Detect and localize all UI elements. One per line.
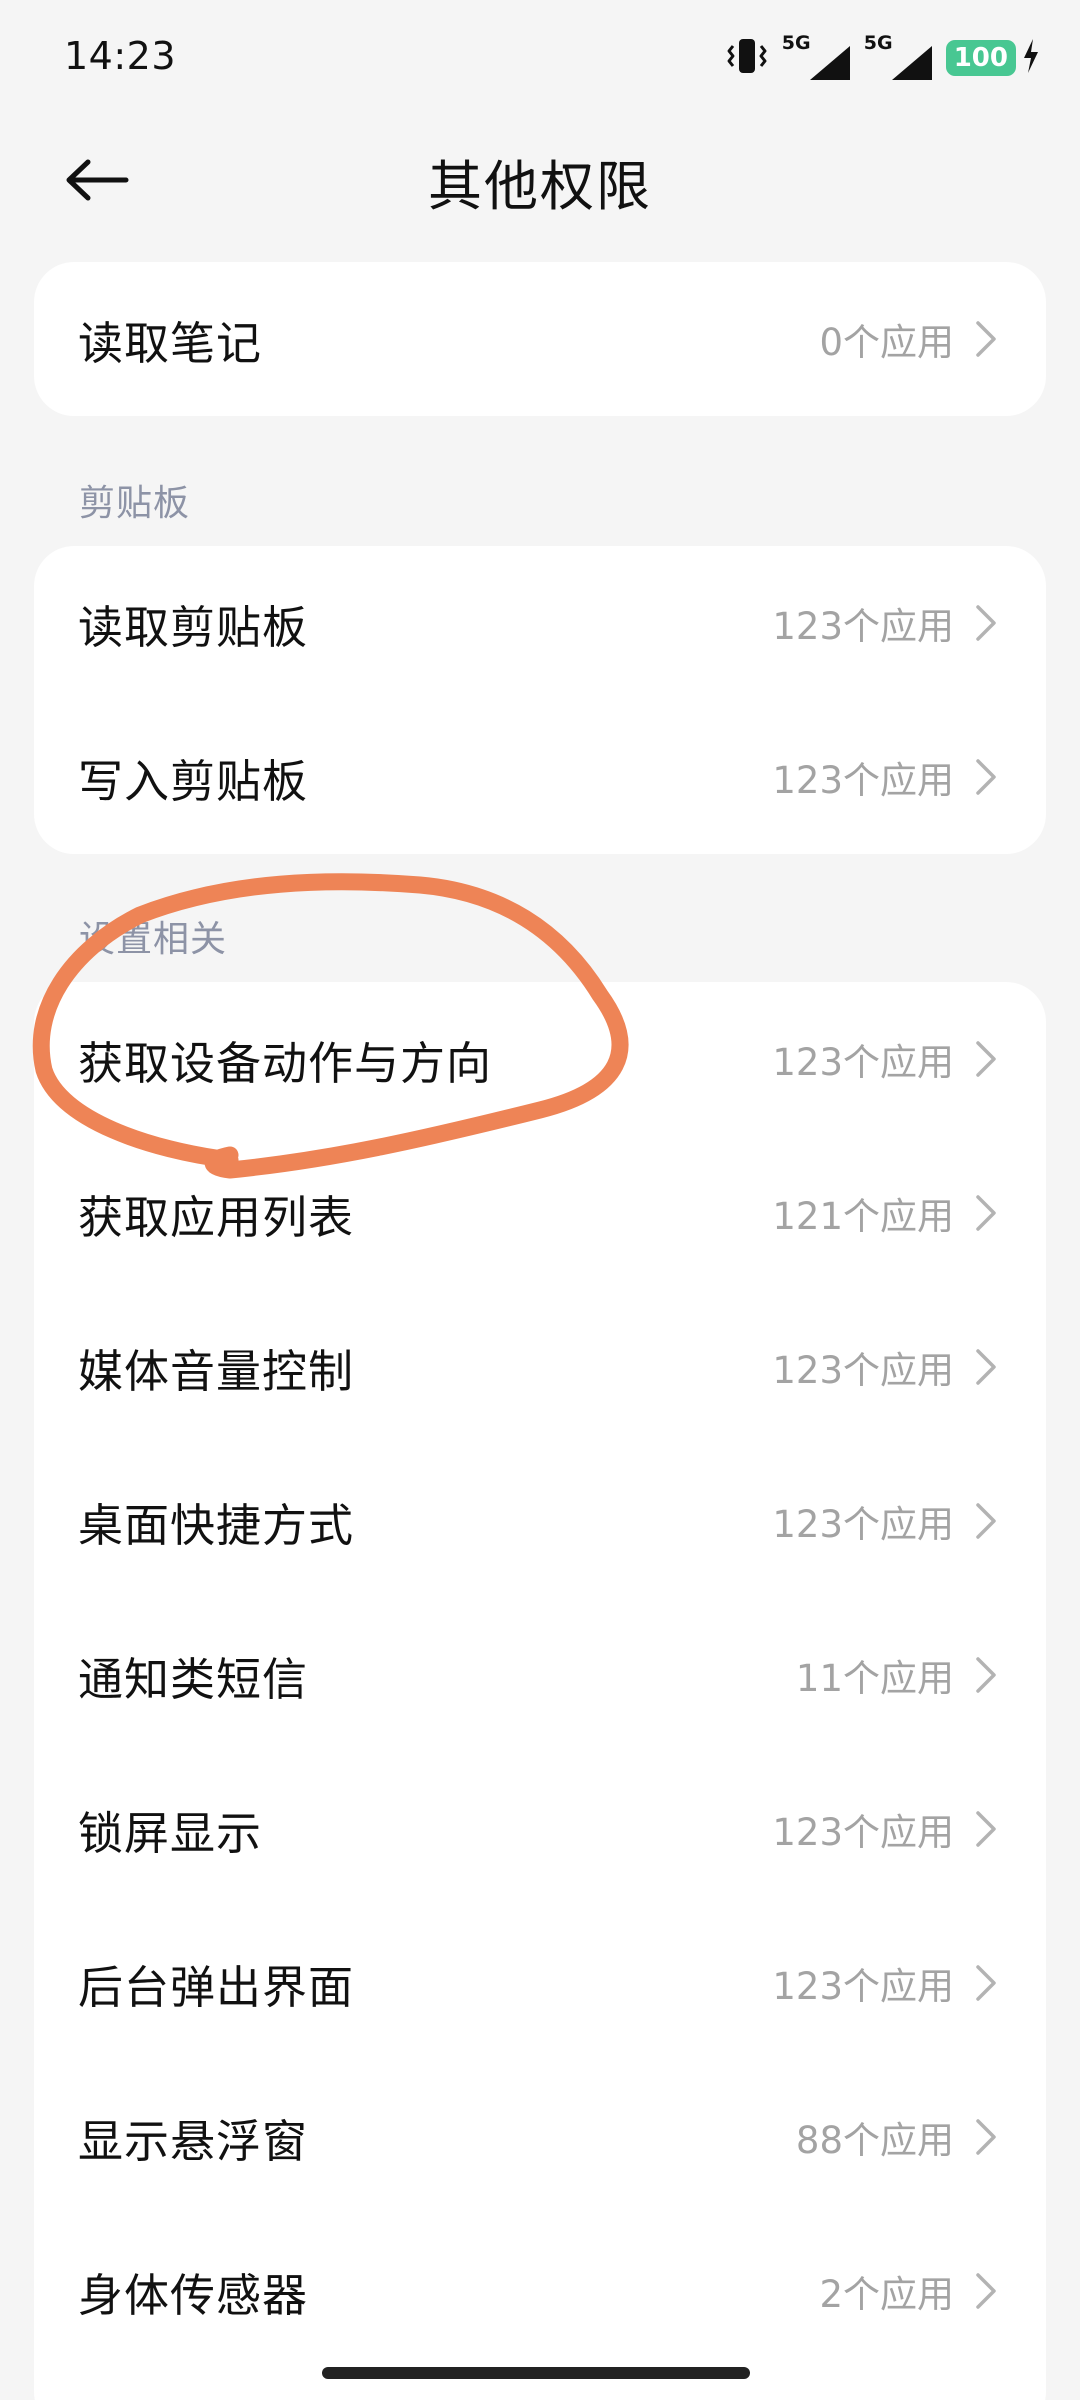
page-title: 其他权限	[428, 155, 652, 218]
row-value: 2个应用	[819, 2273, 954, 2316]
signal-1-label: 5G	[781, 32, 811, 54]
permission-row-app-list[interactable]: 获取应用列表 121个应用	[34, 1136, 1046, 1290]
row-value: 123个应用	[772, 1965, 954, 2008]
row-label: 写入剪贴板	[78, 754, 309, 808]
chevron-right-icon	[974, 603, 1002, 643]
row-value: 123个应用	[772, 605, 954, 648]
row-value: 88个应用	[795, 2119, 954, 2162]
chevron-right-icon	[974, 1809, 1002, 1849]
row-label: 媒体音量控制	[78, 1344, 355, 1398]
row-label: 后台弹出界面	[78, 1960, 355, 2014]
chevron-right-icon	[974, 1655, 1002, 1695]
home-indicator[interactable]	[322, 2367, 750, 2379]
permission-row-read-notes[interactable]: 读取笔记 0个应用	[34, 262, 1046, 416]
row-value: 121个应用	[772, 1195, 954, 1238]
permission-row-read-clipboard[interactable]: 读取剪贴板 123个应用	[34, 546, 1046, 700]
chevron-right-icon	[974, 1347, 1002, 1387]
notes-card: 读取笔记 0个应用	[34, 262, 1046, 416]
section-title-settings: 设置相关	[79, 919, 228, 960]
other-permissions-screen: 14:23 5G 5G 100 其他权限 读取笔记 0个应用 剪贴板 读取剪贴板…	[0, 0, 1080, 2400]
chevron-right-icon	[974, 1501, 1002, 1541]
permission-row-floating-window[interactable]: 显示悬浮窗 88个应用	[34, 2060, 1046, 2214]
status-icons: 5G 5G 100	[726, 32, 1040, 82]
chevron-right-icon	[974, 2271, 1002, 2311]
row-label: 身体传感器	[78, 2268, 309, 2322]
chevron-right-icon	[974, 319, 1002, 359]
permission-row-lock-screen[interactable]: 锁屏显示 123个应用	[34, 1752, 1046, 1906]
row-label: 显示悬浮窗	[78, 2114, 309, 2168]
row-value: 123个应用	[772, 1041, 954, 1084]
row-label: 获取应用列表	[78, 1190, 355, 1244]
signal-5g-1: 5G	[782, 32, 850, 80]
row-value: 123个应用	[772, 1503, 954, 1546]
chevron-right-icon	[974, 2117, 1002, 2157]
permission-row-write-clipboard[interactable]: 写入剪贴板 123个应用	[34, 700, 1046, 854]
section-title-clipboard: 剪贴板	[79, 483, 191, 524]
row-value: 11个应用	[795, 1657, 954, 1700]
app-header: 其他权限	[0, 120, 1080, 240]
row-value: 123个应用	[772, 759, 954, 802]
signal-icon	[891, 46, 932, 80]
permission-row-desktop-shortcut[interactable]: 桌面快捷方式 123个应用	[34, 1444, 1046, 1598]
row-value: 123个应用	[772, 1349, 954, 1392]
vibrate-icon	[726, 36, 768, 80]
permission-row-media-volume[interactable]: 媒体音量控制 123个应用	[34, 1290, 1046, 1444]
row-label: 桌面快捷方式	[78, 1498, 355, 1552]
permission-row-device-motion[interactable]: 获取设备动作与方向 123个应用	[34, 982, 1046, 1136]
row-label: 通知类短信	[78, 1652, 309, 1706]
battery-indicator: 100	[945, 40, 1016, 76]
row-label: 锁屏显示	[78, 1806, 263, 1860]
status-bar: 14:23 5G 5G 100	[0, 0, 1080, 120]
chevron-right-icon	[974, 1039, 1002, 1079]
row-label: 读取笔记	[78, 316, 263, 370]
chevron-right-icon	[974, 757, 1002, 797]
signal-2-label: 5G	[863, 32, 893, 54]
permission-row-background-popup[interactable]: 后台弹出界面 123个应用	[34, 1906, 1046, 2060]
settings-card: 获取设备动作与方向 123个应用 获取应用列表 121个应用 媒体音量控制 12…	[34, 982, 1046, 2400]
clipboard-card: 读取剪贴板 123个应用 写入剪贴板 123个应用	[34, 546, 1046, 854]
permission-row-body-sensors[interactable]: 身体传感器 2个应用	[34, 2214, 1046, 2368]
lightning-icon	[1022, 39, 1040, 77]
row-label: 获取设备动作与方向	[78, 1036, 493, 1090]
row-value: 123个应用	[772, 1811, 954, 1854]
row-value: 0个应用	[819, 321, 954, 364]
permission-row-notification-sms[interactable]: 通知类短信 11个应用	[34, 1598, 1046, 1752]
chevron-right-icon	[974, 1193, 1002, 1233]
signal-icon	[809, 46, 850, 80]
signal-5g-2: 5G	[864, 32, 932, 80]
row-label: 读取剪贴板	[78, 600, 309, 654]
chevron-right-icon	[974, 1963, 1002, 2003]
status-time: 14:23	[64, 34, 177, 78]
